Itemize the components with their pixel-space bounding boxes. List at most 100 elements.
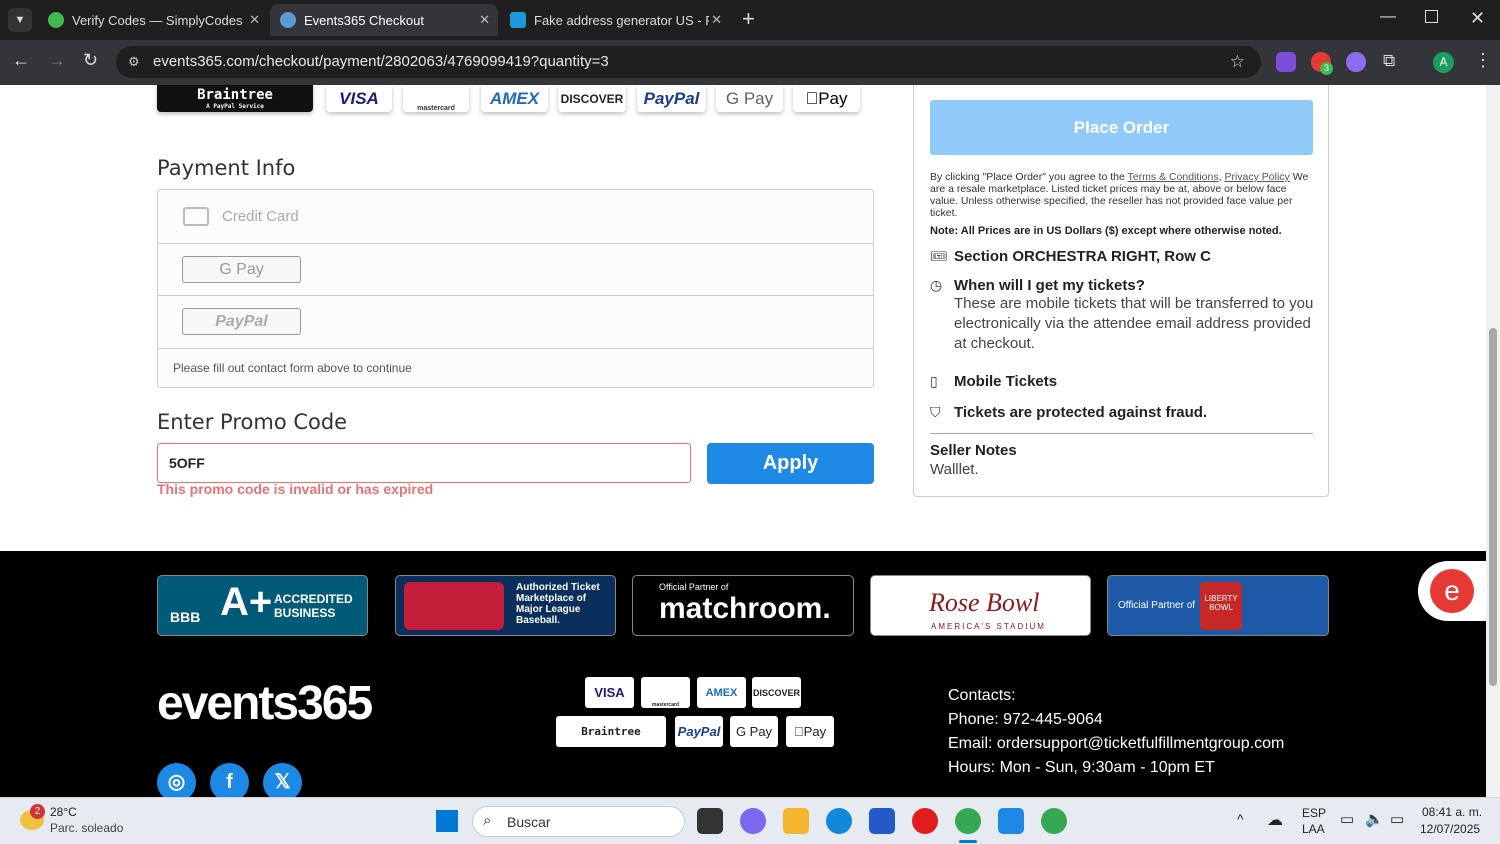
edge-icon[interactable] xyxy=(826,808,852,834)
promo-code-title: Enter Promo Code xyxy=(157,410,348,434)
copilot-icon[interactable] xyxy=(740,808,766,834)
tab-fake-address[interactable]: Fake address generator US - Ra ✕ xyxy=(500,4,730,36)
credit-card-label: Credit Card xyxy=(222,208,299,225)
battery-icon[interactable]: ▭ xyxy=(1390,810,1404,828)
weather-temp: 28°C xyxy=(50,805,77,819)
terms-text: By clicking "Place Order" you agree to t… xyxy=(930,171,1309,219)
facebook-icon[interactable]: f xyxy=(210,763,249,797)
search-icon: ⌕ xyxy=(483,812,492,829)
clock-time[interactable]: 08:41 a. m. xyxy=(1422,805,1482,819)
bbb-badge[interactable]: BBB A+ ACCREDITED BUSINESS xyxy=(157,575,368,636)
volume-icon[interactable]: 🔈 xyxy=(1365,810,1384,828)
opera-icon[interactable] xyxy=(912,808,938,834)
mastercard-logo: mastercard xyxy=(403,85,469,112)
paypal-button[interactable]: PayPal xyxy=(182,308,301,335)
section-row: 🎟 Section ORCHESTRA RIGHT, Row C xyxy=(930,248,1211,265)
network-icon[interactable]: ▭ xyxy=(1340,810,1354,828)
url-bar[interactable]: ⚙ events365.com/checkout/payment/2802063… xyxy=(116,46,1261,78)
credit-card-option[interactable]: Credit Card xyxy=(158,190,873,244)
tab-verify-codes[interactable]: Verify Codes — SimplyCodes ✕ xyxy=(38,4,268,36)
rose-bowl-badge[interactable]: Rose Bowl AMERICA'S STADIUM xyxy=(870,575,1091,636)
extensions-puzzle-icon[interactable]: ⧉ xyxy=(1383,51,1395,71)
xy-favicon-icon xyxy=(510,12,526,28)
active-app-indicator xyxy=(959,840,977,843)
bookmark-star-icon[interactable]: ☆ xyxy=(1230,46,1245,78)
back-icon[interactable]: ← xyxy=(12,50,30,71)
chrome-profile-icon[interactable] xyxy=(1041,808,1067,834)
mobile-phone-icon: ▯ xyxy=(930,373,938,389)
tab-events365-checkout[interactable]: Events365 Checkout ✕ xyxy=(270,4,498,36)
footer-mastercard-logo: mastercard xyxy=(641,677,690,708)
tray-chevron-icon[interactable]: ^ xyxy=(1237,811,1244,827)
new-tab-button[interactable]: + xyxy=(742,6,755,32)
store-icon[interactable] xyxy=(869,808,895,834)
keyboard-layout[interactable]: LAA xyxy=(1302,822,1325,836)
reload-icon[interactable]: ↻ xyxy=(83,50,98,71)
close-window-icon[interactable]: ✕ xyxy=(1470,8,1485,29)
page-scrollbar[interactable] xyxy=(1486,85,1500,797)
footer-visa-logo: VISA xyxy=(585,677,634,708)
windows-start-icon[interactable] xyxy=(436,810,458,832)
minimize-icon[interactable]: — xyxy=(1380,8,1396,26)
gpay-logo: G Pay xyxy=(716,85,783,112)
terms-conditions-link[interactable]: Terms & Conditions xyxy=(1128,171,1219,183)
privacy-policy-link[interactable]: Privacy Policy xyxy=(1224,171,1289,183)
contact-phone[interactable]: Phone: 972-445-9064 xyxy=(948,708,1284,732)
apply-button[interactable]: Apply xyxy=(707,443,874,484)
checkout-page: Braintree A PayPal Service VISA mastercar… xyxy=(0,85,1486,797)
tab-close-icon[interactable]: ✕ xyxy=(479,12,490,28)
footer-amex-logo: AMEX xyxy=(697,677,746,708)
liberty-bowl-badge[interactable]: Official Partner of LIBERTY BOWL xyxy=(1107,575,1329,636)
payment-info-title: Payment Info xyxy=(157,156,296,180)
mobile-tickets-row: ▯ Mobile Tickets xyxy=(930,373,1058,390)
promo-code-input[interactable]: 5OFF xyxy=(157,443,691,483)
instagram-icon[interactable]: ◎ xyxy=(157,763,196,797)
weather-condition: Parc. soleado xyxy=(50,821,124,835)
extension-c-icon[interactable] xyxy=(1346,52,1366,72)
matchroom-badge[interactable]: Official Partner of matchroom. xyxy=(632,575,854,636)
x-twitter-icon[interactable]: 𝕏 xyxy=(263,763,302,797)
taskbar-search[interactable]: ⌕ Buscar xyxy=(472,806,685,837)
footer-gpay-logo: G Pay xyxy=(730,716,778,747)
delivery-info: ◷ When will I get my tickets? These are m… xyxy=(930,277,1314,352)
tab-search-chevron-icon[interactable]: ▼ xyxy=(8,8,32,32)
events365-logo[interactable]: events365 xyxy=(157,676,373,731)
footer-apple-pay-logo: Pay xyxy=(786,716,834,747)
chrome-icon[interactable] xyxy=(955,808,981,834)
tab-close-icon[interactable]: ✕ xyxy=(711,12,722,28)
braintree-logo: Braintree A PayPal Service xyxy=(157,85,313,112)
prices-note: Note: All Prices are in US Dollars ($) e… xyxy=(930,225,1282,237)
mlb-badge[interactable]: Authorized Ticket Marketplace of Major L… xyxy=(395,575,616,636)
tab-close-icon[interactable]: ✕ xyxy=(249,12,260,28)
extension-badge: 3 xyxy=(1320,62,1333,75)
contact-email[interactable]: Email: ordersupport@ticketfulfillmentgro… xyxy=(948,732,1284,756)
menu-kebab-icon[interactable]: ⋮ xyxy=(1474,50,1492,71)
pinned-app-icon[interactable] xyxy=(998,808,1024,834)
gpay-option-row: G Pay xyxy=(158,244,873,296)
place-order-button[interactable]: Place Order xyxy=(930,100,1313,155)
chat-widget[interactable]: e xyxy=(1418,561,1486,621)
site-info-icon[interactable]: ⚙ xyxy=(128,46,140,78)
file-explorer-icon[interactable] xyxy=(783,808,809,834)
search-placeholder: Buscar xyxy=(507,814,551,830)
url-text: events365.com/checkout/payment/2802063/4… xyxy=(153,53,609,70)
restore-icon[interactable] xyxy=(1425,10,1438,23)
events365-favicon-icon xyxy=(280,12,296,28)
apple-pay-logo: Pay xyxy=(793,85,860,112)
paypal-option-row: PayPal xyxy=(158,296,873,349)
clock-date[interactable]: 12/07/2025 xyxy=(1420,822,1480,836)
onedrive-icon[interactable]: ☁ xyxy=(1267,810,1283,830)
fraud-protection-row: ⛉ Tickets are protected against fraud. xyxy=(930,404,1208,421)
forward-icon[interactable]: → xyxy=(48,50,66,71)
extension-a-icon[interactable] xyxy=(1276,52,1296,72)
clock-icon: ◷ xyxy=(930,277,943,293)
scrollbar-thumb[interactable] xyxy=(1489,328,1497,686)
footer: BBB A+ ACCREDITED BUSINESS Authorized Ti… xyxy=(0,551,1486,797)
paypal-logo: PayPal xyxy=(637,85,706,112)
profile-avatar[interactable]: A xyxy=(1433,52,1454,73)
seller-notes-text: Walllet. xyxy=(930,461,979,478)
gpay-button[interactable]: G Pay xyxy=(182,256,301,283)
tab-title: Fake address generator US - Ra xyxy=(534,12,709,28)
task-view-icon[interactable] xyxy=(697,808,723,834)
language-code[interactable]: ESP xyxy=(1302,806,1326,820)
